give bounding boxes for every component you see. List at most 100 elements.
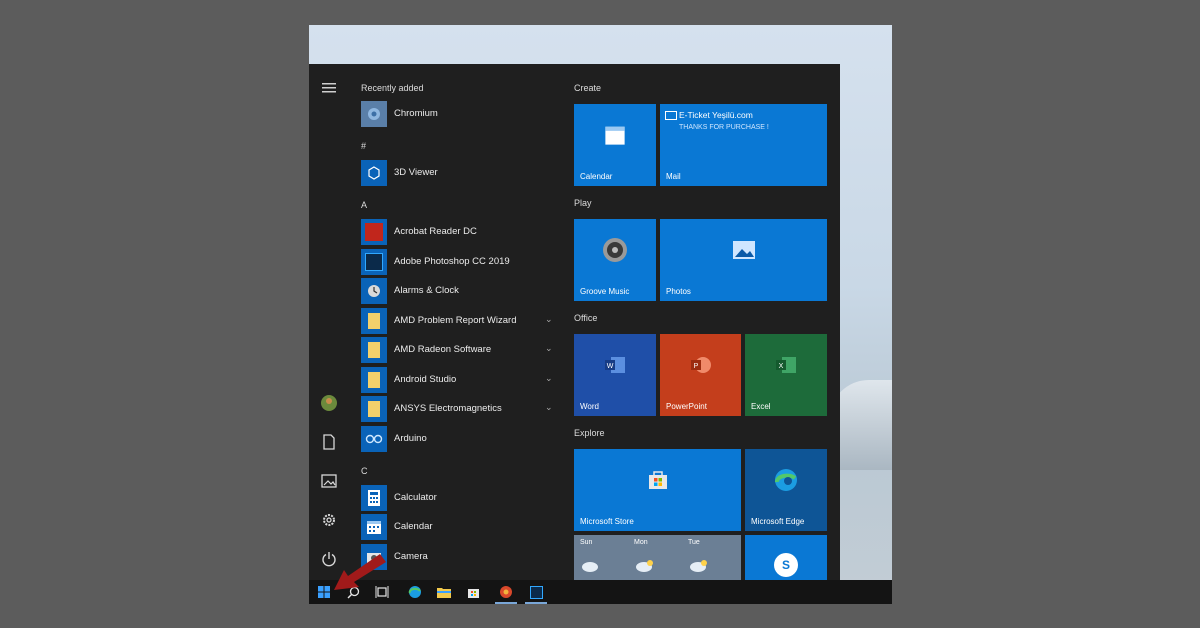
app-label: Chromium xyxy=(394,108,438,119)
clock-icon xyxy=(361,278,387,304)
taskbar xyxy=(309,580,892,604)
section-heading-a: A xyxy=(361,200,368,210)
app-item-acrobat-reader[interactable]: Acrobat Reader DC xyxy=(361,219,556,246)
tile-calendar[interactable]: Calendar xyxy=(574,104,656,186)
skype-icon: S xyxy=(774,553,798,577)
tile-photos[interactable]: Photos xyxy=(660,219,827,301)
section-heading-hash: # xyxy=(361,141,367,151)
folder-icon xyxy=(361,367,387,393)
app-item-camera[interactable]: Camera xyxy=(361,544,556,571)
group-heading-play: Play xyxy=(574,198,592,208)
group-heading-office: Office xyxy=(574,313,598,323)
app-label: Arduino xyxy=(394,433,427,444)
chevron-down-icon[interactable]: ⌄ xyxy=(545,373,553,384)
tile-label: Excel xyxy=(751,402,771,411)
weather-day: Tue xyxy=(688,539,700,546)
app-label: Camera xyxy=(394,551,428,562)
section-heading-recently-added: Recently added xyxy=(361,83,424,93)
app-list: Recently added Chromium # 3D Viewer A Ac… xyxy=(361,64,561,580)
group-heading-explore: Explore xyxy=(574,428,605,438)
app-label: Android Studio xyxy=(394,374,457,385)
store-icon[interactable] xyxy=(462,582,484,602)
tile-area: Create Calendar E-Ticket Yeşilü.com THAN… xyxy=(574,64,840,580)
tile-label: Mail xyxy=(666,172,681,181)
weather-day: Sun xyxy=(580,539,593,546)
start-rail xyxy=(309,64,349,580)
app-item-arduino[interactable]: Arduino xyxy=(361,426,556,453)
tile-powerpoint[interactable]: P PowerPoint xyxy=(660,334,741,416)
app-label: Calendar xyxy=(394,521,433,532)
documents-icon[interactable] xyxy=(318,431,340,453)
app-item-calculator[interactable]: Calculator xyxy=(361,485,556,512)
app-item-amd-problem-report[interactable]: AMD Problem Report Wizard ⌄ xyxy=(361,308,556,335)
tile-skype[interactable]: S xyxy=(745,535,827,580)
app-label: Adobe Photoshop CC 2019 xyxy=(394,256,510,267)
tile-label: Microsoft Store xyxy=(580,517,634,526)
settings-icon[interactable] xyxy=(318,509,340,531)
mail-icon xyxy=(665,111,677,120)
app-label: Acrobat Reader DC xyxy=(394,226,477,237)
tile-groove-music[interactable]: Groove Music xyxy=(574,219,656,301)
weather-icon xyxy=(580,557,730,578)
app-label: 3D Viewer xyxy=(394,167,438,178)
folder-icon xyxy=(361,396,387,422)
photos-icon xyxy=(732,240,756,266)
app-item-photoshop[interactable]: Adobe Photoshop CC 2019 xyxy=(361,249,556,276)
acrobat-icon xyxy=(361,219,387,245)
group-heading-create: Create xyxy=(574,83,602,93)
tile-microsoft-store[interactable]: Microsoft Store xyxy=(574,449,741,531)
edge-icon[interactable] xyxy=(404,582,426,602)
chevron-down-icon[interactable]: ⌄ xyxy=(545,402,553,413)
weather-day: Mon xyxy=(634,539,648,546)
tile-weather[interactable]: Sun Mon Tue xyxy=(574,535,741,580)
tile-excel[interactable]: X Excel xyxy=(745,334,827,416)
folder-icon xyxy=(361,308,387,334)
hamburger-menu-icon[interactable] xyxy=(318,77,340,99)
tile-label: Microsoft Edge xyxy=(751,517,805,526)
folder-icon xyxy=(361,337,387,363)
app-item-android-studio[interactable]: Android Studio ⌄ xyxy=(361,367,556,394)
pictures-icon[interactable] xyxy=(318,470,340,492)
tile-label: PowerPoint xyxy=(666,402,707,411)
powerpoint-icon: P xyxy=(689,355,713,381)
pointer-arrow-icon xyxy=(334,554,386,590)
file-explorer-icon[interactable] xyxy=(433,582,455,602)
groove-music-icon xyxy=(602,237,628,269)
calculator-icon xyxy=(361,485,387,511)
app-item-amd-radeon[interactable]: AMD Radeon Software ⌄ xyxy=(361,337,556,364)
calendar-icon xyxy=(604,124,626,152)
user-avatar-icon[interactable] xyxy=(318,392,340,414)
store-icon xyxy=(647,469,669,497)
svg-text:P: P xyxy=(693,363,698,370)
chevron-down-icon[interactable]: ⌄ xyxy=(545,314,553,325)
tile-label: Groove Music xyxy=(580,287,630,296)
edge-icon xyxy=(773,467,799,499)
app-label: ANSYS Electromagnetics xyxy=(394,403,502,414)
tile-microsoft-edge[interactable]: Microsoft Edge xyxy=(745,449,827,531)
word-icon: W xyxy=(603,355,627,381)
start-menu: Recently added Chromium # 3D Viewer A Ac… xyxy=(309,64,840,580)
arduino-icon xyxy=(361,426,387,452)
tile-word[interactable]: W Word xyxy=(574,334,656,416)
svg-text:W: W xyxy=(607,363,614,370)
calendar-icon xyxy=(361,514,387,540)
mail-sender: E-Ticket Yeşilü.com xyxy=(679,110,753,120)
photoshop-icon xyxy=(361,249,387,275)
tile-mail[interactable]: E-Ticket Yeşilü.com THANKS FOR PURCHASE … xyxy=(660,104,827,186)
excel-icon: X xyxy=(774,355,798,381)
svg-text:X: X xyxy=(779,363,784,370)
app-item-alarms-clock[interactable]: Alarms & Clock xyxy=(361,278,556,305)
mail-message: THANKS FOR PURCHASE ! xyxy=(679,124,769,131)
app-item-calendar[interactable]: Calendar xyxy=(361,514,556,541)
tile-label: Photos xyxy=(666,287,691,296)
photoshop-icon[interactable] xyxy=(525,582,547,604)
app-item-ansys[interactable]: ANSYS Electromagnetics ⌄ xyxy=(361,396,556,423)
app-item-3d-viewer[interactable]: 3D Viewer xyxy=(361,160,556,187)
chromium-icon[interactable] xyxy=(495,582,517,604)
cube-icon xyxy=(361,160,387,186)
chromium-icon xyxy=(361,101,387,127)
chevron-down-icon[interactable]: ⌄ xyxy=(545,343,553,354)
section-heading-c: C xyxy=(361,466,368,476)
app-item-chromium[interactable]: Chromium xyxy=(361,101,556,128)
app-label: AMD Radeon Software xyxy=(394,344,492,355)
